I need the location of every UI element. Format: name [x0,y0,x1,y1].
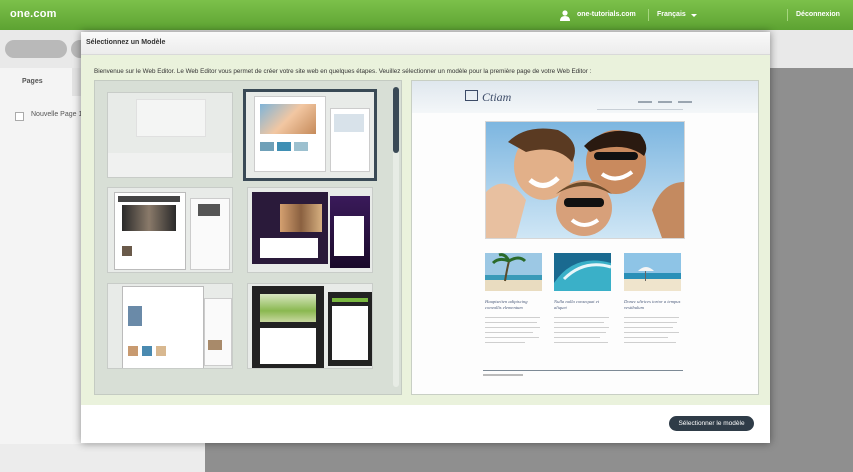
toolbar-button[interactable] [5,40,67,58]
canvas-area [205,443,853,472]
toolbar-button[interactable] [772,40,796,56]
preview-text-line [624,332,679,333]
preview-header [412,81,758,113]
canvas-area [770,68,853,472]
page-checkbox[interactable] [15,112,24,121]
user-icon [560,10,570,21]
preview-footer-text [483,374,523,376]
preview-text-line [554,332,606,333]
template-dialog: Sélectionnez un Modèle Bienvenue sur le … [81,32,770,443]
page-item-label[interactable]: Nouvelle Page 1 [31,111,82,118]
panel-footer [0,444,205,472]
preview-nav-item [638,101,652,103]
preview-logo-icon [465,90,478,101]
divider [648,9,649,21]
chevron-down-icon[interactable] [691,14,697,17]
preview-image-beach [624,253,681,291]
divider [787,9,788,21]
template-thumbnail[interactable] [247,283,373,369]
template-thumbnail[interactable] [107,187,233,273]
dialog-header: Sélectionnez un Modèle [81,32,770,55]
preview-text-line [485,327,540,328]
preview-text-line [554,317,609,318]
toolbar-button[interactable] [806,40,840,56]
dialog-intro-text: Bienvenue sur le Web Editor. Le Web Edit… [94,68,592,75]
template-thumbnail[interactable] [107,283,233,369]
preview-caption: Donec ultrices tortor a tempus vestibulu… [624,299,681,310]
preview-text-line [624,327,673,328]
template-gallery [94,80,402,395]
preview-nav-item [678,101,692,103]
preview-text-line [554,327,609,328]
preview-text-line [485,317,540,318]
template-thumbnail-selected[interactable] [243,89,377,181]
preview-text-line [485,337,539,338]
preview-footer-rule [483,370,683,371]
preview-text-line [624,317,679,318]
account-username[interactable]: one-tutorials.com [577,11,636,18]
preview-hero-image [485,121,685,239]
dialog-footer [81,405,770,443]
preview-text-line [554,337,600,338]
template-preview: Ctiam Hauptseiten adipiscing convallis e… [411,80,759,395]
top-bar [0,0,853,30]
preview-text-line [485,322,537,323]
tab-pages[interactable]: Pages [0,68,72,96]
preview-caption: Hauptseiten adipiscing convallis element… [485,299,528,310]
preview-image-wave [554,253,611,291]
preview-text-line [624,342,676,343]
language-select[interactable]: Français [657,11,686,18]
brand-logo[interactable]: one.com [10,8,57,20]
dialog-title: Sélectionnez un Modèle [86,39,166,46]
logout-link[interactable]: Déconnexion [796,11,840,18]
preview-logo-text: Ctiam [482,90,512,104]
preview-caption: Nulla nulla consequat et aliquet [554,299,600,310]
preview-text-line [624,322,677,323]
preview-text-line [554,342,608,343]
preview-text-line [624,337,668,338]
preview-text-line [485,342,525,343]
gallery-scroll-thumb[interactable] [393,87,399,153]
preview-text-line [485,332,533,333]
preview-text-line [554,322,604,323]
template-thumbnail-blank[interactable] [107,92,233,178]
preview-image-palm [485,253,542,291]
preview-nav-item [658,101,672,103]
template-thumbnail[interactable] [247,187,373,273]
select-template-button[interactable]: Sélectionner le modèle [669,416,754,431]
